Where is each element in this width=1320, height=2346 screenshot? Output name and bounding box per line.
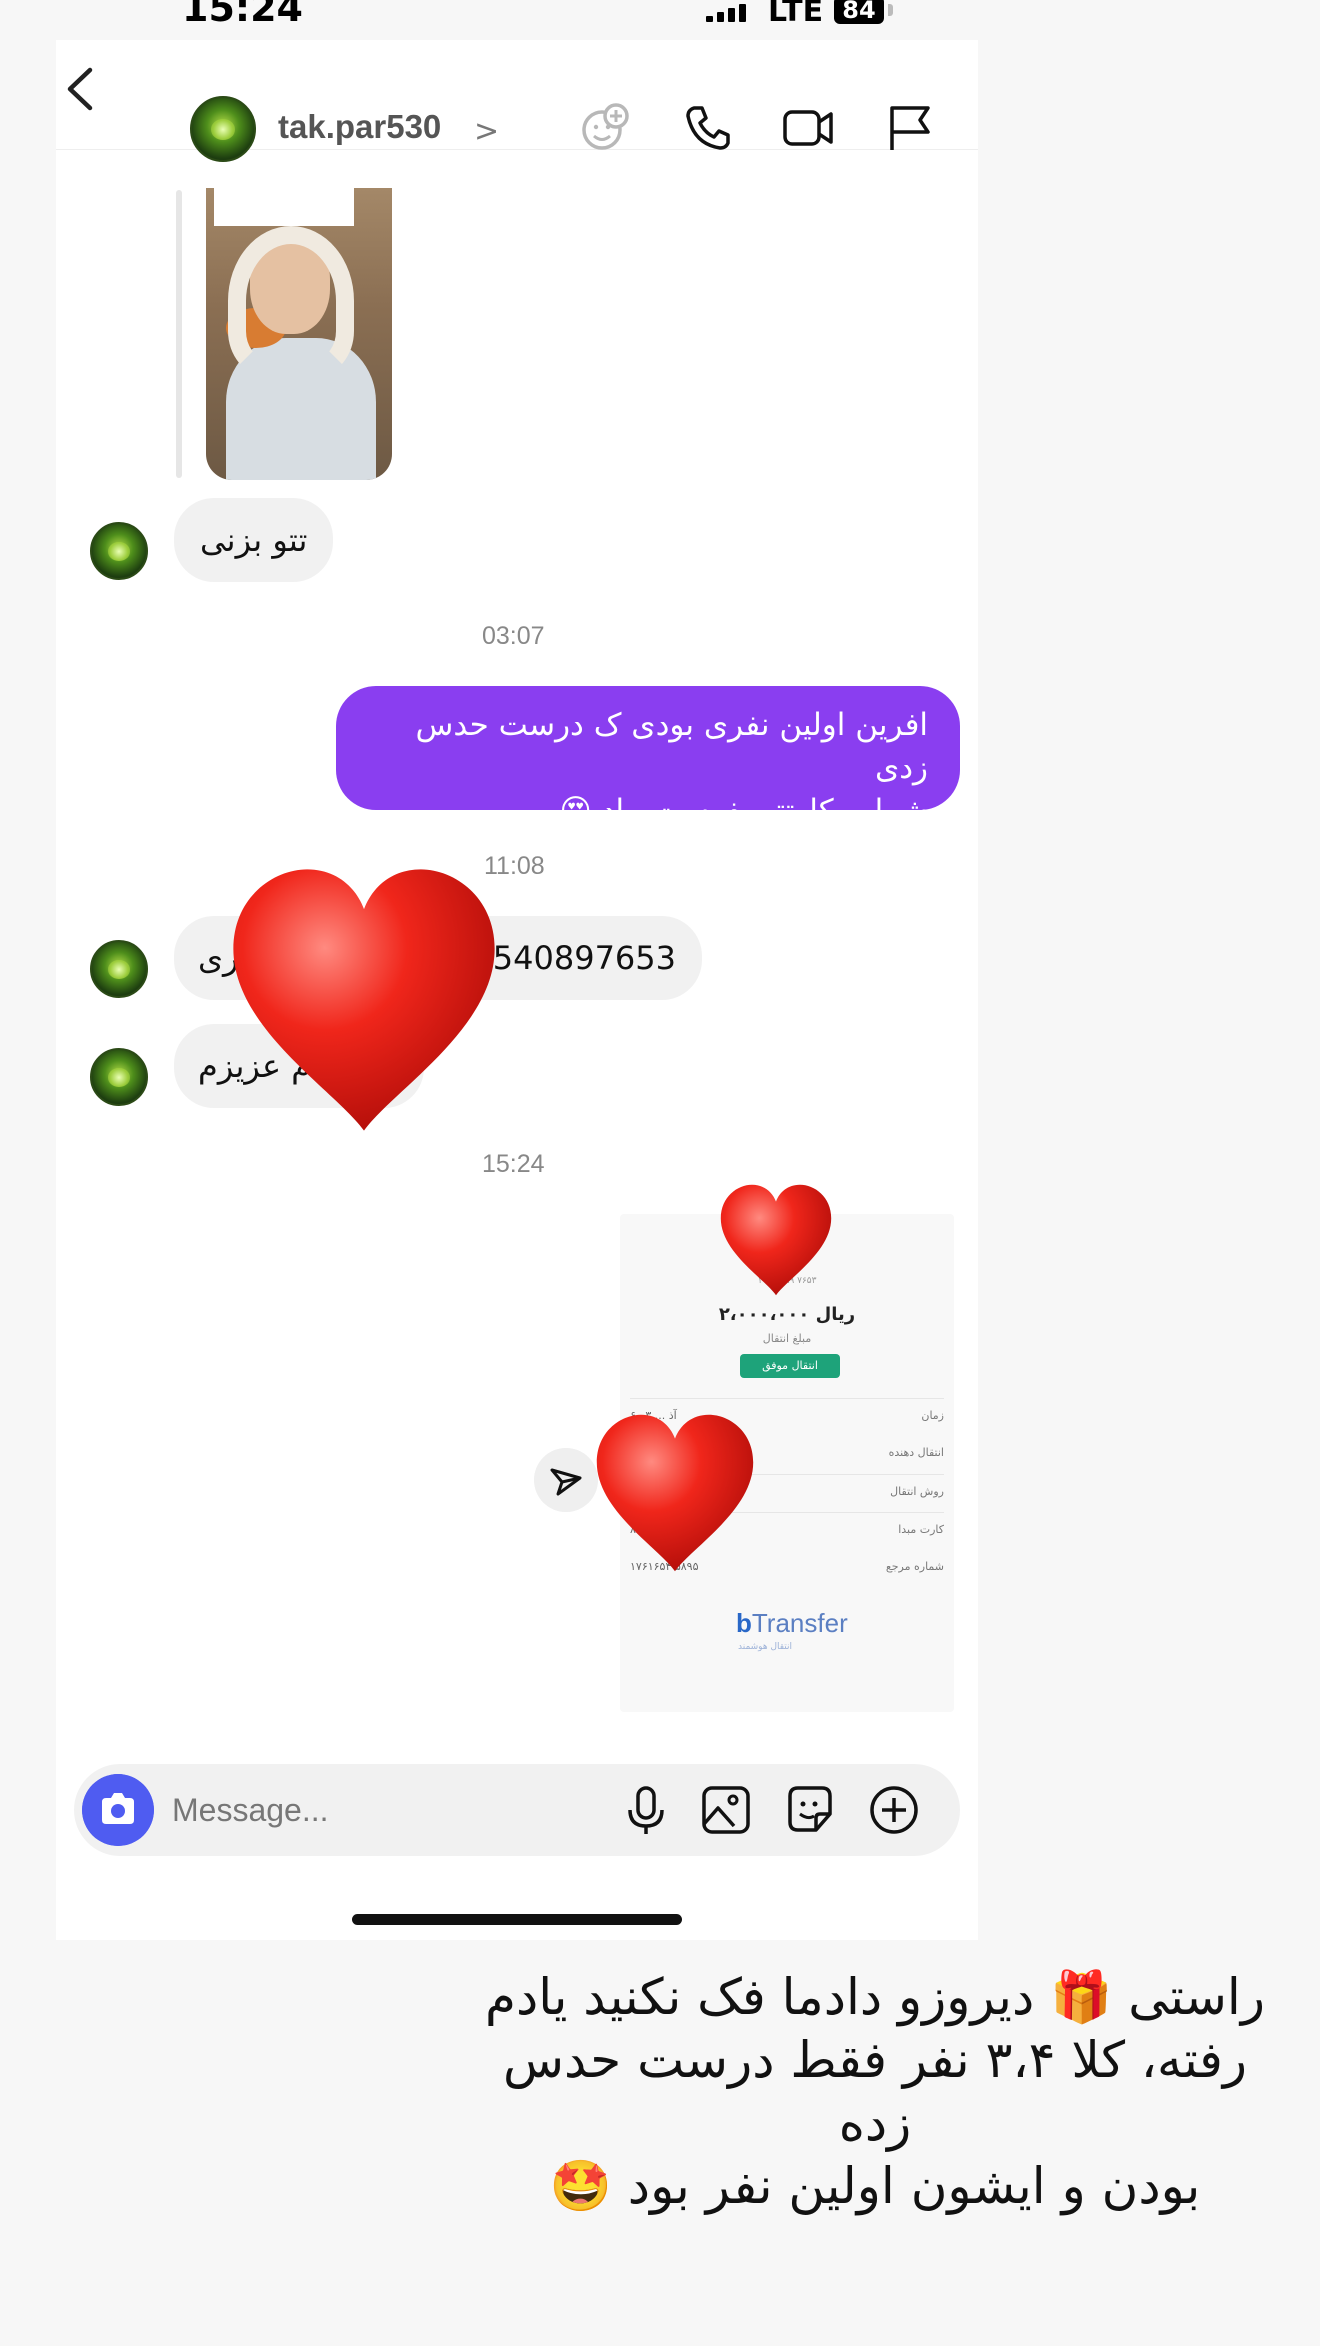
add-effect-icon[interactable] xyxy=(578,100,634,156)
message-input[interactable] xyxy=(172,1784,592,1836)
status-bar: 15:24 LTE 84 xyxy=(0,0,1320,40)
network-type: LTE xyxy=(768,0,824,29)
status-badge: انتقال موفق xyxy=(740,1354,840,1378)
logo-subtitle: انتقال هوشمند xyxy=(738,1642,792,1652)
avatar[interactable] xyxy=(90,522,148,580)
receipt-amount: ۲،۰۰۰،۰۰۰ ریال xyxy=(718,1304,856,1325)
battery-nub xyxy=(888,4,893,16)
chevron-right-icon: > xyxy=(474,114,500,149)
avatar[interactable] xyxy=(190,96,256,162)
caption-line: رفته، کلا ۳،۴ نفر فقط درست حدس زده xyxy=(503,2031,1247,2152)
message-fragment: 540897653 xyxy=(492,939,676,977)
video-icon[interactable] xyxy=(780,100,836,156)
message-bubble-outgoing[interactable]: افرین اولین نفری بودی ک درست حدس زدی شما… xyxy=(336,686,960,829)
status-time: 15:24 xyxy=(182,0,303,30)
avatar[interactable] xyxy=(90,1048,148,1106)
caption-line: راستی 🎁 دیروزو دادما فک نکنید یادم xyxy=(485,1968,1265,2026)
avatar[interactable] xyxy=(90,940,148,998)
caption-line: بودن و ایشون اولین نفر بود 🤩 xyxy=(549,2157,1201,2215)
heart-icon xyxy=(720,1184,832,1296)
timestamp: 15:24 xyxy=(482,1150,545,1178)
story-caption xyxy=(214,188,354,226)
plus-icon[interactable] xyxy=(868,1782,920,1838)
phone-icon[interactable] xyxy=(680,100,736,156)
reply-bar xyxy=(176,190,182,478)
sticker-icon[interactable] xyxy=(784,1782,836,1838)
camera-icon[interactable] xyxy=(82,1774,154,1846)
message-line: افرین اولین نفری بودی ک درست حدس زدی xyxy=(415,707,928,786)
heart-icon xyxy=(596,1414,754,1572)
shared-story-image[interactable] xyxy=(206,188,392,480)
mic-icon[interactable] xyxy=(620,1782,672,1838)
battery-icon: 84 xyxy=(834,0,884,24)
heart-icon xyxy=(233,869,495,1131)
home-indicator xyxy=(352,1914,682,1925)
message-line: شماره کارتتو بفرست بیاد 😍 xyxy=(559,793,928,829)
timestamp: 03:07 xyxy=(482,622,545,650)
story-caption-text: راستی 🎁 دیروزو دادما فک نکنید یادم رفته،… xyxy=(460,1966,1290,2218)
flag-icon[interactable] xyxy=(882,100,938,156)
share-icon[interactable] xyxy=(534,1448,598,1512)
receipt-amount-label: مبلغ انتقال xyxy=(762,1332,812,1345)
btransfer-logo: bTransfer xyxy=(736,1608,848,1638)
chat-username[interactable]: tak.par530 xyxy=(278,108,441,146)
signal-icon xyxy=(706,4,746,22)
gallery-icon[interactable] xyxy=(700,1782,752,1838)
back-icon[interactable] xyxy=(60,64,100,114)
message-bubble[interactable]: تتو بزنی xyxy=(174,498,334,582)
